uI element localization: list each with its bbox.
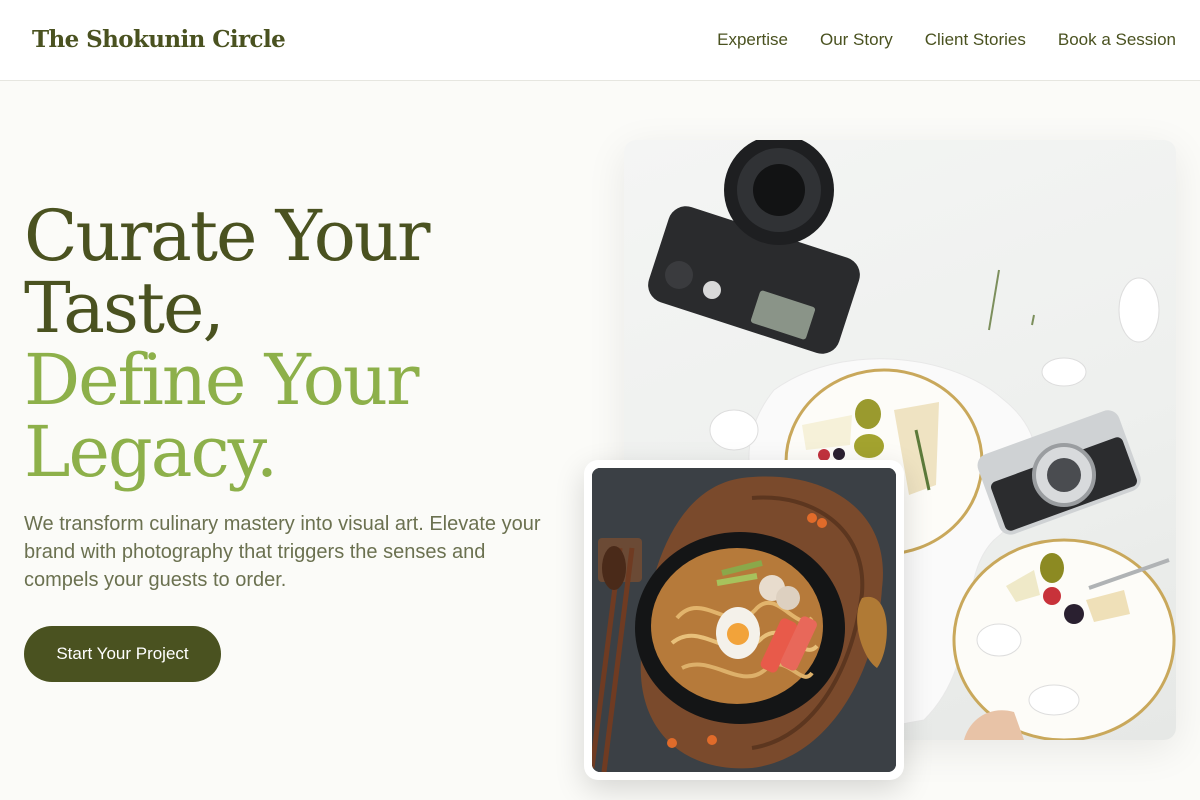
hero-title: Curate Your Taste, Define Your Legacy. bbox=[24, 195, 430, 493]
site-header: The Shokunin Circle Expertise Our Story … bbox=[0, 0, 1200, 81]
start-project-button[interactable]: Start Your Project bbox=[24, 626, 221, 682]
hero-title-accent-line: Define Your bbox=[24, 339, 419, 421]
site-logo[interactable]: The Shokunin Circle bbox=[32, 26, 286, 53]
main-nav: Expertise Our Story Client Stories Book … bbox=[717, 30, 1176, 50]
nav-link-client-stories[interactable]: Client Stories bbox=[925, 30, 1026, 50]
inset-photo-ramen bbox=[592, 468, 896, 772]
nav-link-our-story[interactable]: Our Story bbox=[820, 30, 893, 50]
hero-title-accent-line: Legacy. bbox=[24, 411, 278, 493]
hero-title-line: Taste, bbox=[24, 267, 225, 349]
nav-link-book-a-session[interactable]: Book a Session bbox=[1058, 30, 1176, 50]
inset-photo-frame bbox=[584, 460, 904, 780]
hero-subtitle: We transform culinary mastery into visua… bbox=[24, 513, 541, 591]
ramen-bowl-illustration bbox=[592, 468, 896, 772]
nav-link-expertise[interactable]: Expertise bbox=[717, 30, 788, 50]
hero-title-line: Curate Your bbox=[24, 195, 430, 277]
dslr-camera-icon bbox=[648, 140, 860, 354]
